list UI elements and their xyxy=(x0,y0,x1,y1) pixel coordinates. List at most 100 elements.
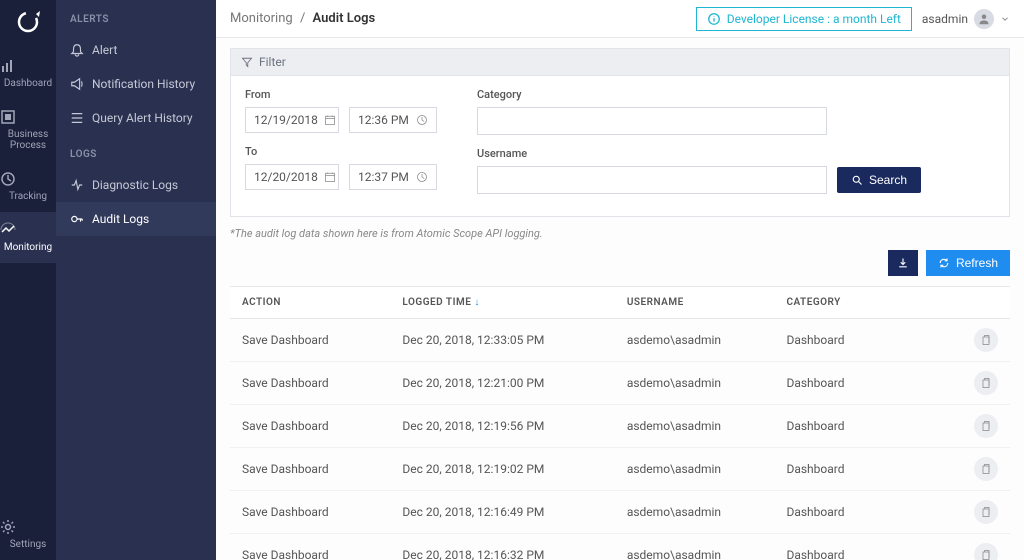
cell-category: Dashboard xyxy=(774,319,962,362)
cell-action: Save Dashboard xyxy=(230,448,390,491)
clock-icon xyxy=(416,114,428,126)
from-label: From xyxy=(245,88,437,101)
monitoring-icon xyxy=(0,222,56,238)
cell-time: Dec 20, 2018, 12:19:56 PM xyxy=(390,405,614,448)
copy-button[interactable] xyxy=(974,457,998,481)
copy-button[interactable] xyxy=(974,414,998,438)
col-category[interactable]: CATEGORY xyxy=(774,287,962,319)
refresh-icon xyxy=(938,257,950,269)
diagnostic-icon xyxy=(70,178,84,192)
nav-label: Business Process xyxy=(0,129,56,151)
sidebar-item-diagnostic-logs[interactable]: Diagnostic Logs xyxy=(56,168,216,202)
col-username[interactable]: USERNAME xyxy=(615,287,775,319)
cell-user: asdemo\asadmin xyxy=(615,448,775,491)
cell-category: Dashboard xyxy=(774,448,962,491)
filter-panel: From 12/19/2018 12:36 PM To xyxy=(230,75,1010,217)
to-time-value: 12:37 PM xyxy=(358,170,409,184)
to-date-value: 12/20/2018 xyxy=(254,170,318,184)
nav-tracking[interactable]: Tracking xyxy=(0,161,56,212)
cell-action: Save Dashboard xyxy=(230,491,390,534)
avatar xyxy=(974,9,994,29)
table-row: Save DashboardDec 20, 2018, 12:19:56 PMa… xyxy=(230,405,1010,448)
cell-user: asdemo\asadmin xyxy=(615,405,775,448)
table-row: Save DashboardDec 20, 2018, 12:21:00 PMa… xyxy=(230,362,1010,405)
chevron-down-icon xyxy=(1000,14,1010,24)
nav-monitoring[interactable]: Monitoring xyxy=(0,212,56,263)
audit-table: ACTION LOGGED TIME ↓ USERNAME CATEGORY S… xyxy=(230,286,1010,560)
sidebar-item-notification-history[interactable]: Notification History xyxy=(56,67,216,101)
cell-time: Dec 20, 2018, 12:19:02 PM xyxy=(390,448,614,491)
download-icon xyxy=(897,257,909,269)
download-button[interactable] xyxy=(888,250,918,276)
breadcrumb-parent[interactable]: Monitoring xyxy=(230,11,293,26)
topbar: Monitoring / Audit Logs Developer Licens… xyxy=(216,0,1024,38)
from-date-value: 12/19/2018 xyxy=(254,113,318,127)
col-action[interactable]: ACTION xyxy=(230,287,390,319)
sidebar-item-alert[interactable]: Alert xyxy=(56,33,216,67)
cell-action: Save Dashboard xyxy=(230,362,390,405)
breadcrumb-sep: / xyxy=(300,11,305,26)
filter-note: *The audit log data shown here is from A… xyxy=(230,227,1010,240)
cell-category: Dashboard xyxy=(774,491,962,534)
search-label: Search xyxy=(869,173,907,187)
license-badge[interactable]: Developer License : a month Left xyxy=(696,7,912,31)
from-date-input[interactable]: 12/19/2018 xyxy=(245,107,339,133)
copy-button[interactable] xyxy=(974,328,998,352)
clock-icon xyxy=(416,171,428,183)
license-text: Developer License : a month Left xyxy=(727,12,901,26)
category-input[interactable] xyxy=(477,107,827,135)
cell-category: Dashboard xyxy=(774,405,962,448)
cell-time: Dec 20, 2018, 12:21:00 PM xyxy=(390,362,614,405)
breadcrumb-current: Audit Logs xyxy=(313,11,376,26)
to-label: To xyxy=(245,145,437,158)
cell-time: Dec 20, 2018, 12:16:49 PM xyxy=(390,491,614,534)
calendar-icon xyxy=(324,171,336,183)
user-menu[interactable]: asadmin xyxy=(922,9,1010,29)
username-label: Username xyxy=(477,147,921,160)
sidebar-item-label: Alert xyxy=(92,43,117,57)
cell-time: Dec 20, 2018, 12:33:05 PM xyxy=(390,319,614,362)
sidebar-item-audit-logs[interactable]: Audit Logs xyxy=(56,202,216,236)
filter-title: Filter xyxy=(259,55,286,69)
app-logo xyxy=(14,8,42,36)
username: asadmin xyxy=(922,12,968,26)
nav-settings[interactable]: Settings xyxy=(0,509,56,560)
cell-category: Dashboard xyxy=(774,534,962,560)
sidebar-item-label: Audit Logs xyxy=(92,212,149,226)
col-logged-time[interactable]: LOGGED TIME ↓ xyxy=(390,287,614,319)
to-date-input[interactable]: 12/20/2018 xyxy=(245,164,339,190)
left-nav: Dashboard Business Process Tracking Moni… xyxy=(0,0,56,560)
from-time-input[interactable]: 12:36 PM xyxy=(349,107,437,133)
info-icon xyxy=(707,12,721,26)
list-icon xyxy=(70,111,84,125)
key-icon xyxy=(70,212,84,226)
bell-icon xyxy=(70,43,84,57)
copy-button[interactable] xyxy=(974,543,998,560)
nav-dashboard[interactable]: Dashboard xyxy=(0,48,56,99)
sidebar-section-logs: LOGS xyxy=(56,135,216,168)
cell-action: Save Dashboard xyxy=(230,534,390,560)
nav-business-process[interactable]: Business Process xyxy=(0,99,56,161)
megaphone-icon xyxy=(70,77,84,91)
search-icon xyxy=(851,174,863,186)
to-time-input[interactable]: 12:37 PM xyxy=(349,164,437,190)
copy-button[interactable] xyxy=(974,371,998,395)
refresh-button[interactable]: Refresh xyxy=(926,250,1010,276)
nav-label: Dashboard xyxy=(4,78,52,89)
dashboard-icon xyxy=(0,58,56,74)
from-time-value: 12:36 PM xyxy=(358,113,409,127)
calendar-icon xyxy=(324,114,336,126)
refresh-label: Refresh xyxy=(956,256,998,270)
gear-icon xyxy=(0,519,56,535)
username-input[interactable] xyxy=(477,166,827,194)
copy-button[interactable] xyxy=(974,500,998,524)
sidebar-item-label: Query Alert History xyxy=(92,111,193,125)
sidebar-item-label: Notification History xyxy=(92,77,195,91)
category-label: Category xyxy=(477,88,921,101)
search-button[interactable]: Search xyxy=(837,167,921,193)
table-row: Save DashboardDec 20, 2018, 12:16:49 PMa… xyxy=(230,491,1010,534)
sort-down-icon: ↓ xyxy=(474,297,480,308)
sidebar-item-query-alert-history[interactable]: Query Alert History xyxy=(56,101,216,135)
breadcrumb: Monitoring / Audit Logs xyxy=(230,11,375,26)
nav-label: Monitoring xyxy=(4,242,52,253)
